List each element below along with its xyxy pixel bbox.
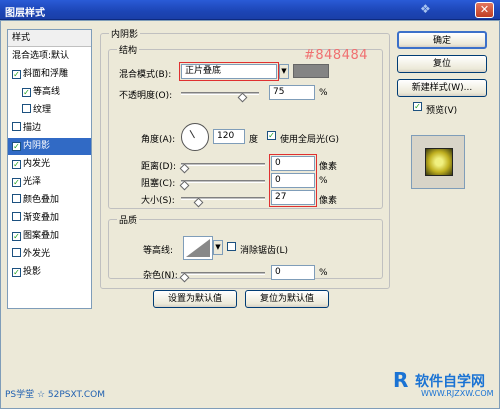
checkbox-outer-glow[interactable] [12, 248, 21, 257]
contour-curve-icon [186, 239, 210, 257]
title-bar: 图层样式 ❖ ✕ [0, 0, 500, 20]
angle-label: 角度(A): [141, 135, 176, 145]
opacity-slider[interactable] [181, 92, 259, 95]
sidebar-item-drop-shadow[interactable]: ✓ 投影 [8, 264, 91, 281]
inner-shadow-title: 内阴影 [109, 27, 141, 40]
sidebar-item-label: 纹理 [33, 105, 52, 115]
sidebar-item-outer-glow[interactable]: 外发光 [8, 246, 91, 263]
checkbox-drop-shadow[interactable]: ✓ [12, 268, 21, 277]
angle-input[interactable]: 120 [213, 129, 245, 144]
preview-checkbox[interactable]: ✓ [413, 102, 422, 111]
choke-label: 阻塞(C): [141, 179, 176, 189]
sidebar-item-stroke[interactable]: 描边 [8, 120, 91, 137]
opacity-input[interactable]: 75 [269, 85, 315, 100]
sidebar-item-gradient-overlay[interactable]: 渐变叠加 [8, 210, 91, 227]
style-preview [411, 135, 465, 189]
sidebar-item-label: 描边 [23, 123, 42, 133]
checkbox-stroke[interactable] [12, 122, 21, 131]
checkbox-inner-shadow[interactable]: ✓ [12, 142, 21, 151]
blend-options-item[interactable]: 混合选项:默认 [8, 48, 91, 65]
styles-header[interactable]: 样式 [8, 30, 91, 47]
checkbox-pattern-overlay[interactable]: ✓ [12, 232, 21, 241]
blend-mode-label: 混合模式(B): [119, 70, 172, 80]
watermark-left: PS学堂 ☆ 52PSXT.COM [5, 390, 105, 400]
distance-label: 距离(D): [141, 162, 176, 172]
opacity-percent: % [319, 88, 328, 98]
sidebar-item-label: 内阴影 [23, 141, 51, 151]
angle-degree: 度 [249, 135, 259, 145]
sidebar-item-label: 等高线 [33, 87, 61, 97]
checkbox-inner-glow[interactable]: ✓ [12, 160, 21, 169]
dialog-body: 样式 混合选项:默认 ✓ 斜面和浮雕 ✓ 等高线 纹理 描边 ✓ 内阴影 ✓ 内发光 ✓… [0, 20, 500, 409]
chevron-down-icon[interactable]: ▼ [213, 240, 223, 255]
sidebar-item-label: 外发光 [23, 249, 51, 259]
distance-slider[interactable] [181, 163, 265, 166]
sidebar-item-label: 投影 [23, 267, 42, 277]
new-style-button[interactable]: 新建样式(W)... [397, 79, 487, 97]
ok-button[interactable]: 确定 [397, 31, 487, 49]
sidebar-item-texture[interactable]: 纹理 [8, 102, 91, 119]
sidebar-item-inner-shadow[interactable]: ✓ 内阴影 [8, 138, 91, 155]
sidebar-item-label: 光泽 [23, 177, 42, 187]
preview-swatch [425, 148, 453, 176]
window-title: 图层样式 [5, 8, 45, 19]
contour-label: 等高线: [143, 246, 174, 256]
reset-default-button[interactable]: 复位为默认值 [245, 290, 329, 308]
chevron-down-icon[interactable]: ▼ [279, 64, 289, 79]
quality-title: 品质 [117, 213, 140, 226]
windows-logo-icon: ❖ [420, 2, 431, 16]
choke-percent: % [319, 176, 328, 186]
antialias-checkbox[interactable] [227, 242, 236, 251]
sidebar-item-label: 颜色叠加 [23, 195, 60, 205]
noise-label: 杂色(N): [143, 271, 178, 281]
sidebar-item-satin[interactable]: ✓ 光泽 [8, 174, 91, 191]
sidebar-item-label: 内发光 [23, 159, 51, 169]
reset-button[interactable]: 复位 [397, 55, 487, 73]
checkbox-bevel-emboss[interactable]: ✓ [12, 70, 21, 79]
sidebar-item-bevel-emboss[interactable]: ✓ 斜面和浮雕 [8, 66, 91, 83]
close-button[interactable]: ✕ [475, 2, 494, 18]
preview-label: 预览(V) [426, 106, 458, 116]
global-light-checkbox[interactable]: ✓ [267, 131, 276, 140]
checkbox-satin[interactable]: ✓ [12, 178, 21, 187]
sidebar-item-contour[interactable]: ✓ 等高线 [8, 84, 91, 101]
watermark-brand: 软件自学网 [415, 374, 485, 390]
global-light-label: 使用全局光(G) [280, 135, 339, 145]
watermark-logo-icon: R [393, 368, 409, 392]
sidebar-item-label: 斜面和浮雕 [23, 69, 69, 79]
checkbox-color-overlay[interactable] [12, 194, 21, 203]
antialias-label: 消除锯齿(L) [240, 246, 289, 256]
sidebar-item-label: 图案叠加 [23, 231, 60, 241]
noise-slider[interactable] [181, 272, 265, 275]
sidebar-item-label: 渐变叠加 [23, 213, 60, 223]
opacity-label: 不透明度(O): [119, 91, 173, 101]
size-label: 大小(S): [141, 196, 175, 206]
checkbox-contour[interactable]: ✓ [22, 88, 31, 97]
sidebar-item-color-overlay[interactable]: 颜色叠加 [8, 192, 91, 209]
shadow-color-swatch[interactable] [293, 64, 329, 78]
size-unit: 像素 [319, 196, 338, 206]
watermark-url: WWW.RJZXW.COM [421, 389, 494, 398]
styles-list: 样式 混合选项:默认 ✓ 斜面和浮雕 ✓ 等高线 纹理 描边 ✓ 内阴影 ✓ 内发光 ✓… [7, 29, 92, 309]
noise-percent: % [319, 268, 328, 278]
contour-picker[interactable] [183, 236, 213, 260]
set-default-button[interactable]: 设置为默认值 [153, 290, 237, 308]
choke-slider[interactable] [181, 180, 265, 183]
distance-unit: 像素 [319, 162, 338, 172]
size-slider[interactable] [181, 197, 265, 200]
checkbox-gradient-overlay[interactable] [12, 212, 21, 221]
checkbox-texture[interactable] [22, 104, 31, 113]
sidebar-item-pattern-overlay[interactable]: ✓ 图案叠加 [8, 228, 91, 245]
noise-input[interactable]: 0 [271, 265, 315, 280]
color-hex-label: #848484 [304, 48, 369, 63]
highlight-blend-mode [179, 62, 279, 81]
sidebar-item-inner-glow[interactable]: ✓ 内发光 [8, 156, 91, 173]
highlight-values [269, 154, 317, 207]
structure-title: 结构 [117, 43, 140, 56]
